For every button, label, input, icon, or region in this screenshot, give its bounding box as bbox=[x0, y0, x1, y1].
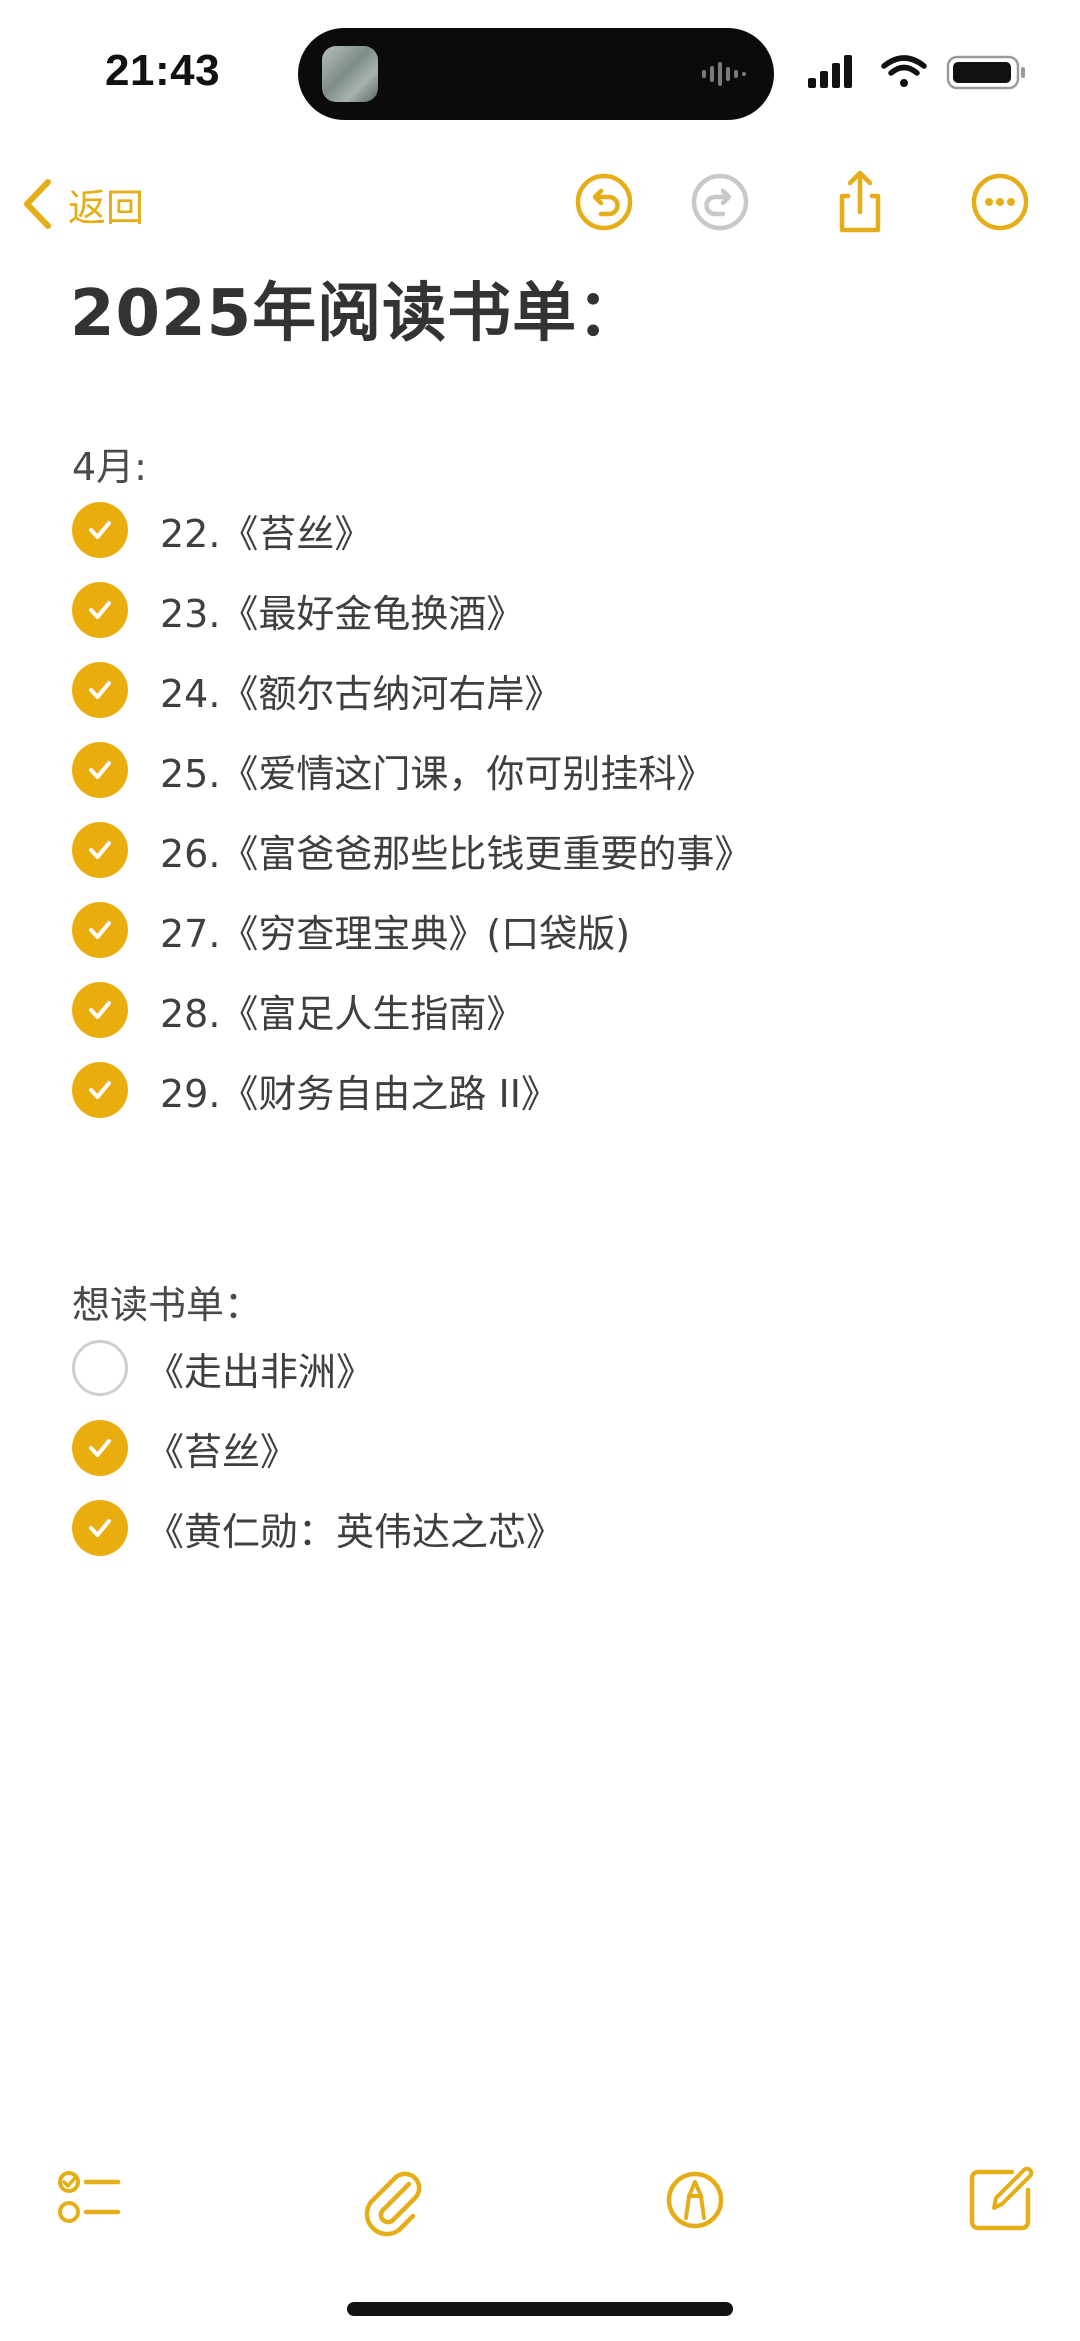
checked-checkbox[interactable] bbox=[72, 1062, 128, 1118]
back-label: 返回 bbox=[68, 185, 145, 230]
back-button[interactable]: 返回 bbox=[22, 164, 144, 244]
checked-checkbox[interactable] bbox=[72, 742, 128, 798]
wifi-icon bbox=[881, 55, 927, 87]
checkmark-icon bbox=[89, 1081, 111, 1099]
checklist-icon[interactable] bbox=[48, 2160, 128, 2240]
checkmark-icon bbox=[89, 681, 111, 699]
status-bar: 21:43 bbox=[0, 0, 1080, 150]
dynamic-island bbox=[298, 28, 774, 120]
cellular-signal-icon bbox=[808, 55, 852, 88]
checklist-item[interactable]: 24.《额尔古纳河右岸》 bbox=[72, 658, 562, 722]
section-label-april[interactable]: 4月: bbox=[72, 436, 147, 491]
checklist-item[interactable]: 《黄仁勋：英伟达之芯》 bbox=[72, 1496, 564, 1560]
checked-checkbox[interactable] bbox=[72, 1500, 128, 1556]
audio-wave-icon bbox=[702, 62, 746, 86]
checked-checkbox[interactable] bbox=[72, 502, 128, 558]
checklist-item-text[interactable]: 25.《爱情这门课，你可别挂科》 bbox=[160, 743, 714, 798]
checklist-item-text[interactable]: 29.《财务自由之路 II》 bbox=[160, 1063, 559, 1118]
checked-checkbox[interactable] bbox=[72, 822, 128, 878]
checkmark-icon bbox=[89, 601, 111, 619]
share-icon[interactable] bbox=[824, 166, 896, 238]
section-label-wishlist[interactable]: 想读书单： bbox=[72, 1274, 262, 1329]
checklist-item-text[interactable]: 24.《额尔古纳河右岸》 bbox=[160, 663, 562, 718]
checklist-item-text[interactable]: 28.《富足人生指南》 bbox=[160, 983, 524, 1038]
battery-icon bbox=[946, 55, 1025, 90]
checked-checkbox[interactable] bbox=[72, 582, 128, 638]
checked-checkbox[interactable] bbox=[72, 662, 128, 718]
note-title[interactable]: 2025年阅读书单： bbox=[70, 262, 642, 354]
checked-checkbox[interactable] bbox=[72, 902, 128, 958]
checkmark-icon bbox=[89, 1519, 111, 1537]
checklist-item[interactable]: 25.《爱情这门课，你可别挂科》 bbox=[72, 738, 714, 802]
checklist-item[interactable]: 29.《财务自由之路 II》 bbox=[72, 1058, 559, 1122]
markup-icon[interactable] bbox=[655, 2160, 735, 2240]
now-playing-thumbnail bbox=[322, 46, 378, 102]
unchecked-checkbox[interactable] bbox=[72, 1340, 128, 1396]
checklist-item[interactable]: 22.《苔丝》 bbox=[72, 498, 372, 562]
checkmark-icon bbox=[89, 1439, 111, 1457]
home-indicator bbox=[347, 2302, 733, 2316]
checkmark-icon bbox=[89, 521, 111, 539]
checkmark-icon bbox=[89, 761, 111, 779]
checklist-item[interactable]: 23.《最好金龟换酒》 bbox=[72, 578, 524, 642]
checklist-item-text[interactable]: 26.《富爸爸那些比钱更重要的事》 bbox=[160, 823, 752, 878]
compose-icon[interactable] bbox=[960, 2160, 1040, 2240]
checklist-item-text[interactable]: 27.《穷查理宝典》(口袋版) bbox=[160, 903, 630, 958]
checklist-item-text[interactable]: 《走出非洲》 bbox=[146, 1341, 374, 1396]
checked-checkbox[interactable] bbox=[72, 1420, 128, 1476]
attachment-icon[interactable] bbox=[353, 2160, 433, 2240]
undo-icon[interactable] bbox=[568, 166, 640, 238]
checked-checkbox[interactable] bbox=[72, 982, 128, 1038]
checklist-item[interactable]: 27.《穷查理宝典》(口袋版) bbox=[72, 898, 630, 962]
more-icon[interactable] bbox=[964, 166, 1036, 238]
checkmark-icon bbox=[89, 921, 111, 939]
nav-bar: 返回 bbox=[0, 150, 1080, 260]
bottom-toolbar bbox=[0, 2160, 1080, 2240]
checklist-item[interactable]: 《走出非洲》 bbox=[72, 1336, 374, 1400]
checklist-item-text[interactable]: 22.《苔丝》 bbox=[160, 503, 372, 558]
checklist-item[interactable]: 26.《富爸爸那些比钱更重要的事》 bbox=[72, 818, 752, 882]
status-time: 21:43 bbox=[105, 46, 221, 95]
checkmark-icon bbox=[89, 1001, 111, 1019]
checklist-item[interactable]: 28.《富足人生指南》 bbox=[72, 978, 524, 1042]
checklist-item-text[interactable]: 《黄仁勋：英伟达之芯》 bbox=[146, 1501, 564, 1556]
checkmark-icon bbox=[89, 841, 111, 859]
redo-icon[interactable] bbox=[684, 166, 756, 238]
checklist-item-text[interactable]: 《苔丝》 bbox=[146, 1421, 298, 1476]
checklist-item-text[interactable]: 23.《最好金龟换酒》 bbox=[160, 583, 524, 638]
status-icons bbox=[808, 55, 1025, 90]
checklist-item[interactable]: 《苔丝》 bbox=[72, 1416, 298, 1480]
chevron-left-icon bbox=[24, 179, 51, 229]
